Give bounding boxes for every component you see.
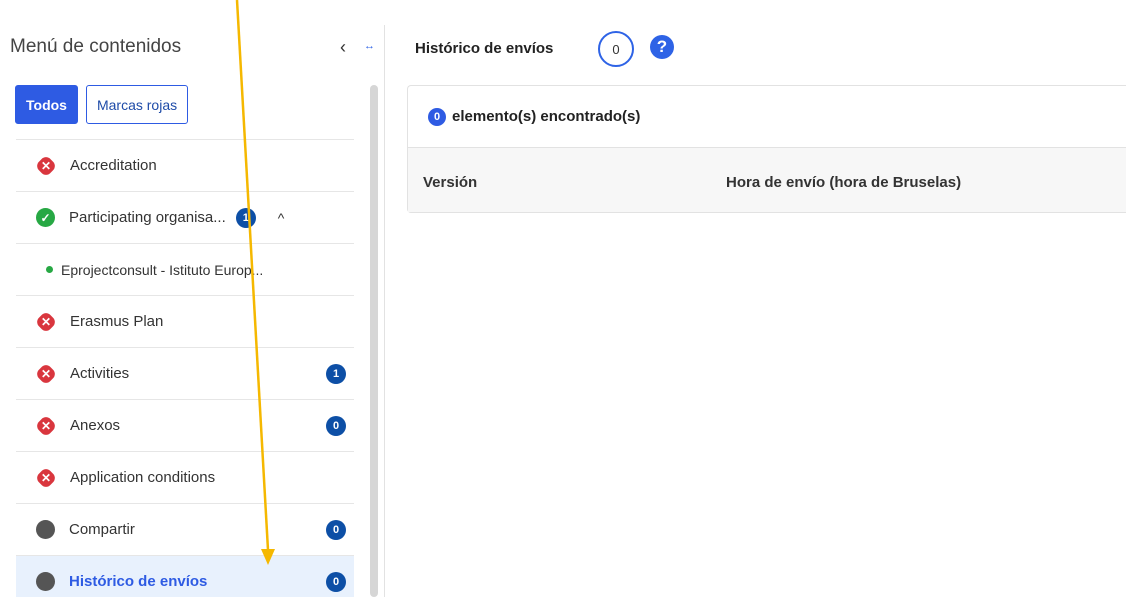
green-dot-icon bbox=[46, 266, 53, 273]
sidebar-item-label: Activities bbox=[70, 365, 130, 382]
count-badge: 0 bbox=[326, 571, 346, 592]
content-menu: ✕ Accreditation ✓ Participating organisa… bbox=[16, 139, 354, 597]
sidebar-subitem-eprojectconsult[interactable]: Eprojectconsult - Istituto Europ... bbox=[16, 243, 354, 295]
column-header-version[interactable]: Versión bbox=[423, 174, 477, 191]
error-icon: ✕ bbox=[34, 362, 58, 385]
neutral-status-icon bbox=[36, 520, 55, 539]
sidebar-item-label: Erasmus Plan bbox=[70, 313, 164, 330]
submission-count-badge: 0 bbox=[598, 31, 634, 67]
panel-divider bbox=[384, 25, 385, 597]
count-badge: 1 bbox=[326, 363, 346, 384]
sidebar-item-label: Application conditions bbox=[70, 469, 216, 486]
sidebar-item-label: Participating organisa... bbox=[69, 209, 226, 226]
column-header-time[interactable]: Hora de envío (hora de Bruselas) bbox=[726, 174, 961, 191]
resize-handle-icon[interactable]: ↔ bbox=[364, 40, 375, 52]
filter-red-flags-button[interactable]: Marcas rojas bbox=[85, 85, 189, 124]
error-icon: ✕ bbox=[34, 154, 58, 177]
help-icon[interactable]: ? bbox=[650, 35, 674, 59]
sidebar: Menú de contenidos ‹ ↔ Todos Marcas roja… bbox=[0, 0, 380, 597]
check-icon: ✓ bbox=[36, 208, 55, 227]
sidebar-item-participating-organisations[interactable]: ✓ Participating organisa... 1 ^ bbox=[16, 191, 354, 243]
page-title: Histórico de envíos bbox=[415, 40, 554, 57]
error-icon: ✕ bbox=[34, 310, 58, 333]
chevron-left-icon[interactable]: ‹ bbox=[340, 37, 346, 58]
sidebar-item-historico-envios[interactable]: Histórico de envíos 0 bbox=[16, 555, 354, 597]
sidebar-item-label: Eprojectconsult - Istituto Europ... bbox=[61, 261, 264, 278]
results-count-badge: 0 bbox=[428, 107, 446, 126]
sidebar-item-erasmus-plan[interactable]: ✕ Erasmus Plan bbox=[16, 295, 354, 347]
sidebar-item-activities[interactable]: ✕ Activities 1 bbox=[16, 347, 354, 399]
filter-buttons: Todos Marcas rojas bbox=[15, 85, 189, 124]
error-icon: ✕ bbox=[34, 414, 58, 437]
sidebar-item-label: Histórico de envíos bbox=[69, 573, 208, 590]
count-badge: 1 bbox=[235, 207, 256, 228]
sidebar-item-label: Anexos bbox=[70, 417, 121, 434]
chevron-up-icon[interactable]: ^ bbox=[278, 210, 285, 226]
sidebar-item-label: Accreditation bbox=[70, 157, 157, 174]
count-badge: 0 bbox=[326, 519, 346, 540]
sidebar-item-application-conditions[interactable]: ✕ Application conditions bbox=[16, 451, 354, 503]
sidebar-title: Menú de contenidos bbox=[10, 36, 182, 57]
submissions-panel: 0 elemento(s) encontrado(s) Versión Hora… bbox=[407, 85, 1126, 213]
count-badge: 0 bbox=[326, 415, 346, 436]
sidebar-item-label: Compartir bbox=[69, 521, 135, 538]
results-summary: 0 elemento(s) encontrado(s) bbox=[408, 86, 1126, 148]
results-label: elemento(s) encontrado(s) bbox=[452, 108, 641, 125]
sidebar-item-anexos[interactable]: ✕ Anexos 0 bbox=[16, 399, 354, 451]
neutral-status-icon bbox=[36, 572, 55, 591]
error-icon: ✕ bbox=[34, 466, 58, 489]
sidebar-item-compartir[interactable]: Compartir 0 bbox=[16, 503, 354, 555]
table-header: Versión Hora de envío (hora de Bruselas) bbox=[408, 148, 1126, 212]
filter-all-button[interactable]: Todos bbox=[15, 85, 78, 124]
sidebar-scrollbar[interactable] bbox=[370, 85, 378, 597]
sidebar-item-accreditation[interactable]: ✕ Accreditation bbox=[16, 139, 354, 191]
